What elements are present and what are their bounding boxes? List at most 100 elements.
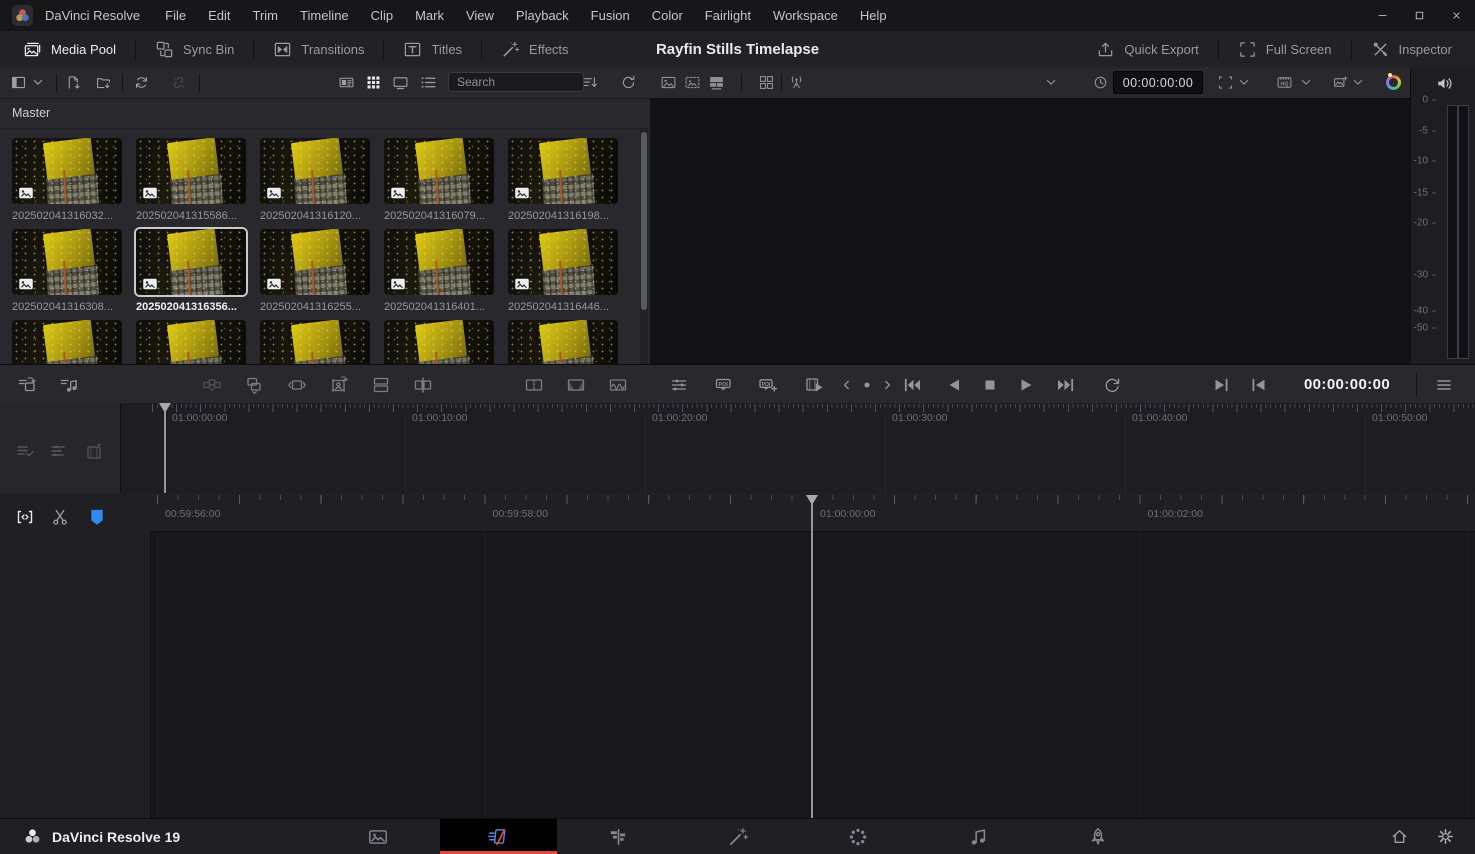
go-to-end-button[interactable] [1054,373,1078,397]
clip-item[interactable] [384,320,494,364]
page-edit[interactable] [560,819,677,854]
menu-timeline[interactable]: Timeline [289,8,360,23]
clip-item[interactable]: 202502041316198... [508,138,618,222]
play-button[interactable] [1014,373,1038,397]
maximize-button[interactable] [1401,0,1438,31]
full-screen-button[interactable]: Full Screen [1219,31,1351,67]
play-reverse-button[interactable] [942,373,966,397]
clip-view-icon[interactable] [82,440,106,464]
import-media-button[interactable] [61,71,85,95]
camera-poi-button[interactable]: POI [712,373,736,397]
cut-transition-button[interactable] [522,373,546,397]
append-clip-button[interactable] [57,373,81,397]
scrollbar-thumb[interactable] [641,132,647,310]
sync-bin-button[interactable]: Sync Bin [136,31,253,67]
project-home-button[interactable] [1381,819,1417,854]
strip-view-button[interactable] [388,71,412,95]
menu-edit[interactable]: Edit [197,8,241,23]
clip-item[interactable] [12,320,122,364]
menu-workspace[interactable]: Workspace [762,8,849,23]
refresh-bin-button[interactable] [616,71,640,95]
add-poi-button[interactable]: POI [756,373,780,397]
go-to-start-button[interactable] [900,373,924,397]
page-deliver[interactable] [1040,819,1157,854]
ripple-overwrite-button[interactable] [200,373,224,397]
dissolve-transition-button[interactable] [564,373,588,397]
titles-button[interactable]: Titles [384,31,481,67]
clip-item[interactable]: 202502041316356... [136,229,246,313]
clip-item[interactable]: 202502041316401... [384,229,494,313]
transitions-button[interactable]: Transitions [254,31,383,67]
trim-mode-button[interactable] [13,505,37,529]
metadata-view-button[interactable] [334,71,358,95]
broadcast-icon[interactable] [784,71,808,95]
bin-list-toggle-button[interactable] [6,71,30,95]
timeline-options-icon[interactable] [13,440,37,464]
page-color[interactable] [800,819,917,854]
image-enhance-button[interactable] [1328,71,1352,95]
unlink-media-button[interactable] [166,71,190,95]
menu-mark[interactable]: Mark [404,8,455,23]
zoom-fit-button[interactable] [1213,71,1237,95]
close-button[interactable] [1438,0,1475,31]
menu-clip[interactable]: Clip [360,8,404,23]
clip-item[interactable]: 202502041315586... [136,138,246,222]
menu-trim[interactable]: Trim [242,8,290,23]
inspector-button[interactable]: Inspector [1352,31,1471,67]
clip-item[interactable]: 202502041316032... [12,138,122,222]
source-clip-mode-button[interactable] [656,71,680,95]
replace-clip-button[interactable] [242,373,266,397]
effects-button[interactable]: Effects [482,31,588,67]
timeline-timecode[interactable]: 00:00:00:00 [1295,365,1399,404]
menu-fairlight[interactable]: Fairlight [694,8,762,23]
menu-davinci-resolve[interactable]: DaVinci Resolve [43,8,154,23]
menu-playback[interactable]: Playback [505,8,580,23]
clip-item[interactable] [508,320,618,364]
previous-edit-button[interactable] [1247,373,1271,397]
clip-item[interactable] [136,320,246,364]
quality-chevron[interactable] [1298,71,1314,95]
clip-item[interactable]: 202502041316079... [384,138,494,222]
page-cut[interactable] [440,819,557,854]
source-tape-play-button[interactable] [803,373,827,397]
menu-color[interactable]: Color [641,8,694,23]
smart-insert-button[interactable] [15,373,39,397]
zoom-chevron[interactable] [1236,71,1252,95]
loop-button[interactable] [1100,373,1124,397]
clip-item[interactable] [260,320,370,364]
sort-button[interactable] [578,71,602,95]
bin-breadcrumb[interactable]: Master [0,98,650,129]
clip-item[interactable]: 202502041316308... [12,229,122,313]
fit-to-fill-button[interactable] [285,373,309,397]
page-fairlight[interactable] [920,819,1037,854]
smooth-cut-button[interactable] [606,373,630,397]
page-media[interactable] [320,819,437,854]
menu-file[interactable]: File [154,8,197,23]
import-folder-button[interactable] [91,71,115,95]
track-tools-icon[interactable] [46,440,70,464]
list-view-button[interactable] [416,71,440,95]
stop-button[interactable] [978,373,1002,397]
timeline-mode-button[interactable] [704,71,728,95]
relink-media-button[interactable] [129,71,153,95]
place-on-top-button[interactable] [327,373,351,397]
razor-button[interactable] [48,505,72,529]
source-overwrite-button[interactable] [369,373,393,397]
page-fusion[interactable] [680,819,797,854]
quick-export-button[interactable]: Quick Export [1077,31,1217,67]
multi-source-button[interactable] [754,71,778,95]
media-pool-button[interactable]: Media Pool [4,31,135,67]
enhance-chevron[interactable] [1350,71,1366,95]
bin-list-chevron-icon[interactable] [30,71,46,95]
clip-item[interactable]: 202502041316446... [508,229,618,313]
viewer-timecode[interactable]: 00:00:00:00 [1113,71,1203,94]
step-back-icon[interactable] [839,373,855,397]
source-tape-mode-button[interactable] [680,71,704,95]
clip-item[interactable]: 202502041316120... [260,138,370,222]
menu-help[interactable]: Help [849,8,898,23]
resolve-fx-button[interactable] [1381,71,1405,95]
settings-button[interactable] [1427,819,1463,854]
record-icon[interactable] [859,373,875,397]
clip-item[interactable]: 202502041316255... [260,229,370,313]
add-marker-button[interactable] [85,505,109,529]
